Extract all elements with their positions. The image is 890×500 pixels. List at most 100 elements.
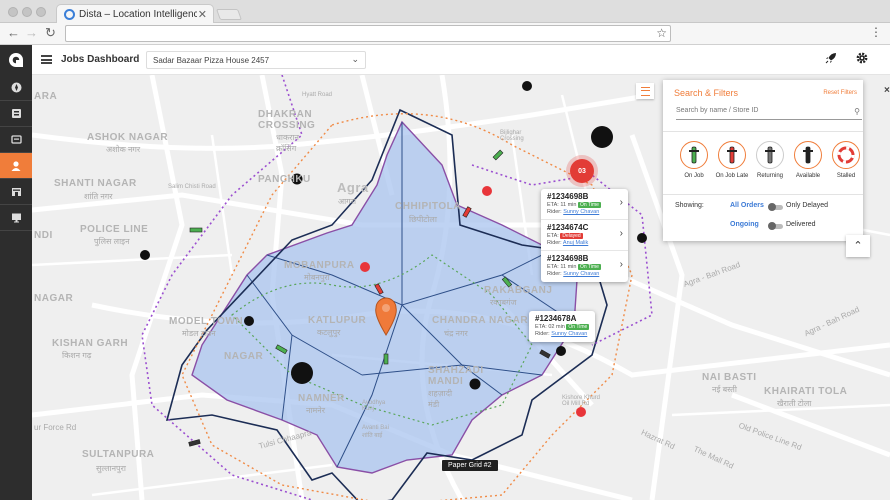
map-label: सुल्तानपुरा	[96, 464, 126, 473]
app: Jobs Dashboard Sadar Bazaar Pizza House …	[0, 45, 890, 500]
panel-close-icon[interactable]: ×	[884, 85, 890, 96]
sidebar-item-orders[interactable]	[0, 101, 32, 127]
list-view-button[interactable]	[636, 83, 654, 99]
browser-window: Dista – Location Intelligence P ✕ ← → ↻ …	[0, 0, 890, 500]
job-row[interactable]: #1234698B ETA: 11 min On Time Rider: Sun…	[541, 251, 628, 282]
paper-grid-label[interactable]: Paper Grid #2	[442, 460, 498, 471]
sidebar-item-riders[interactable]	[0, 153, 32, 179]
maximize-window-button[interactable]	[36, 7, 46, 17]
sidebar-item-monitor[interactable]	[0, 205, 32, 231]
status-badge: On Time	[578, 264, 601, 270]
map-label: SHANTI NAGAR	[54, 178, 137, 189]
job-rider: Rider: Sunny Chavan	[547, 209, 600, 215]
chevron-right-icon[interactable]: ›	[620, 228, 623, 239]
new-tab-button[interactable]	[215, 9, 243, 20]
job-row[interactable]: #1234698B ETA: 11 min On Time Rider: Sun…	[541, 189, 628, 220]
filter-panel-title: Search & Filters	[674, 88, 739, 98]
browser-tab[interactable]: Dista – Location Intelligence P ✕	[56, 4, 214, 24]
map-label: DHAKRAN CROSSING	[258, 109, 316, 131]
status-filter-returning[interactable]: Returning	[751, 141, 789, 179]
job-row[interactable]: #1234678A ETA: 02 min On Time Rider: Sun…	[529, 311, 595, 342]
rider-link[interactable]: Sunny Chavan	[563, 209, 599, 215]
store-select-value: Sadar Bazaar Pizza House 2457	[153, 56, 270, 65]
gear-icon[interactable]	[856, 52, 868, 64]
reset-filters-link[interactable]: Reset Filters	[823, 90, 857, 96]
bookmark-star-icon[interactable]: ☆	[656, 26, 667, 40]
dista-logo-icon[interactable]	[0, 45, 32, 75]
map-label: SHAHZADI MANDI	[428, 365, 484, 387]
order-marker	[140, 250, 150, 260]
chevron-right-icon[interactable]: ›	[620, 259, 623, 270]
reload-icon[interactable]: ↻	[45, 26, 56, 40]
close-window-button[interactable]	[8, 7, 18, 17]
app-header: Jobs Dashboard Sadar Bazaar Pizza House …	[32, 45, 890, 75]
sidebar-item-compass[interactable]	[0, 75, 32, 101]
ongoing-option[interactable]: Ongoing	[730, 221, 759, 228]
delivery-toggle[interactable]	[768, 222, 783, 230]
divider	[663, 131, 863, 132]
browser-menu-icon[interactable]: ⋮	[870, 25, 882, 39]
sidebar-item-list[interactable]	[0, 127, 32, 153]
status-filter-on-job-late[interactable]: On Job Late	[713, 141, 751, 179]
map-label: NAGAR	[224, 351, 264, 362]
job-id: #1234674C	[547, 223, 589, 232]
rocket-icon[interactable]	[825, 52, 837, 64]
all-orders-option[interactable]: All Orders	[730, 202, 764, 209]
only-delayed-option[interactable]: Only Delayed	[786, 202, 828, 209]
rider-icon	[11, 160, 21, 171]
scooter-green-icon	[689, 146, 699, 164]
status-circle	[794, 141, 822, 169]
dista-favicon-icon	[64, 9, 75, 20]
store-search-input[interactable]: Search by name / Store ID ⚲	[676, 107, 862, 120]
sidebar-item-stores[interactable]	[0, 179, 32, 205]
minimize-window-button[interactable]	[22, 7, 32, 17]
job-rider: Rider: Anuj Malik	[547, 240, 589, 246]
map-label: NAGAR	[34, 293, 74, 304]
map-label: Kishore Khurd Oil Mill Rd	[562, 395, 601, 407]
map-label: छिपीटोला	[409, 215, 437, 224]
address-bar[interactable]: ☆	[65, 25, 671, 42]
job-id: #1234698B	[547, 254, 589, 263]
order-marker	[591, 126, 613, 148]
search-placeholder: Search by name / Store ID	[676, 107, 759, 114]
status-badge: On Time	[566, 324, 590, 330]
cluster-count-badge[interactable]: 03	[570, 159, 594, 183]
map-label: धाकरान क्रॉसिंग	[276, 133, 299, 153]
rider-marker	[188, 439, 201, 447]
order-marker	[244, 316, 254, 326]
job-row[interactable]: #1234674C ETA: Delayed Rider: Anuj Malik…	[541, 220, 628, 251]
map-label: SULTANPURA	[82, 449, 155, 460]
map-canvas[interactable]: ARA DHAKRAN CROSSING धाकरान क्रॉसिंग ASH…	[32, 75, 890, 500]
rider-link[interactable]: Sunny Chavan	[563, 271, 599, 277]
status-label: Returning	[756, 173, 783, 179]
order-marker	[637, 233, 647, 243]
search-icon[interactable]: ⚲	[854, 107, 860, 116]
collapse-panel-button[interactable]: ⌃	[846, 235, 870, 257]
store-select[interactable]: Sadar Bazaar Pizza House 2457 ⌄	[146, 51, 366, 69]
status-label: Stalled	[836, 173, 856, 179]
rider-link[interactable]: Sunny Chavan	[551, 331, 587, 337]
job-id: #1234698B	[547, 192, 589, 201]
tab-close-icon[interactable]: ✕	[198, 8, 207, 21]
hamburger-menu-icon[interactable]	[41, 55, 52, 64]
status-filter-available[interactable]: Available	[789, 141, 827, 179]
showing-label: Showing:	[675, 202, 704, 209]
orders-toggle[interactable]	[768, 203, 783, 211]
orders-icon	[11, 109, 21, 118]
map-label: MODEL TOWN	[169, 316, 244, 327]
chevron-right-icon[interactable]: ›	[620, 197, 623, 208]
rider-link[interactable]: Anuj Malik	[563, 240, 588, 246]
status-filter-on-job[interactable]: On Job	[675, 141, 713, 179]
delivered-option[interactable]: Delivered	[786, 221, 816, 228]
order-marker	[556, 346, 566, 356]
job-eta: ETA: 11 min On Time	[547, 202, 601, 208]
status-filter-stalled[interactable]: Stalled	[827, 141, 865, 179]
back-icon[interactable]: ←	[7, 26, 20, 40]
map-label: नामनेर	[306, 406, 326, 415]
map-label: CHHIPITOLA	[395, 201, 461, 212]
job-eta: ETA: Delayed	[547, 233, 583, 239]
delayed-order-marker	[482, 186, 492, 196]
forward-icon[interactable]: →	[25, 26, 38, 40]
job-card[interactable]: #1234678A ETA: 02 min On Time Rider: Sun…	[529, 311, 595, 342]
delayed-order-marker	[576, 407, 586, 417]
